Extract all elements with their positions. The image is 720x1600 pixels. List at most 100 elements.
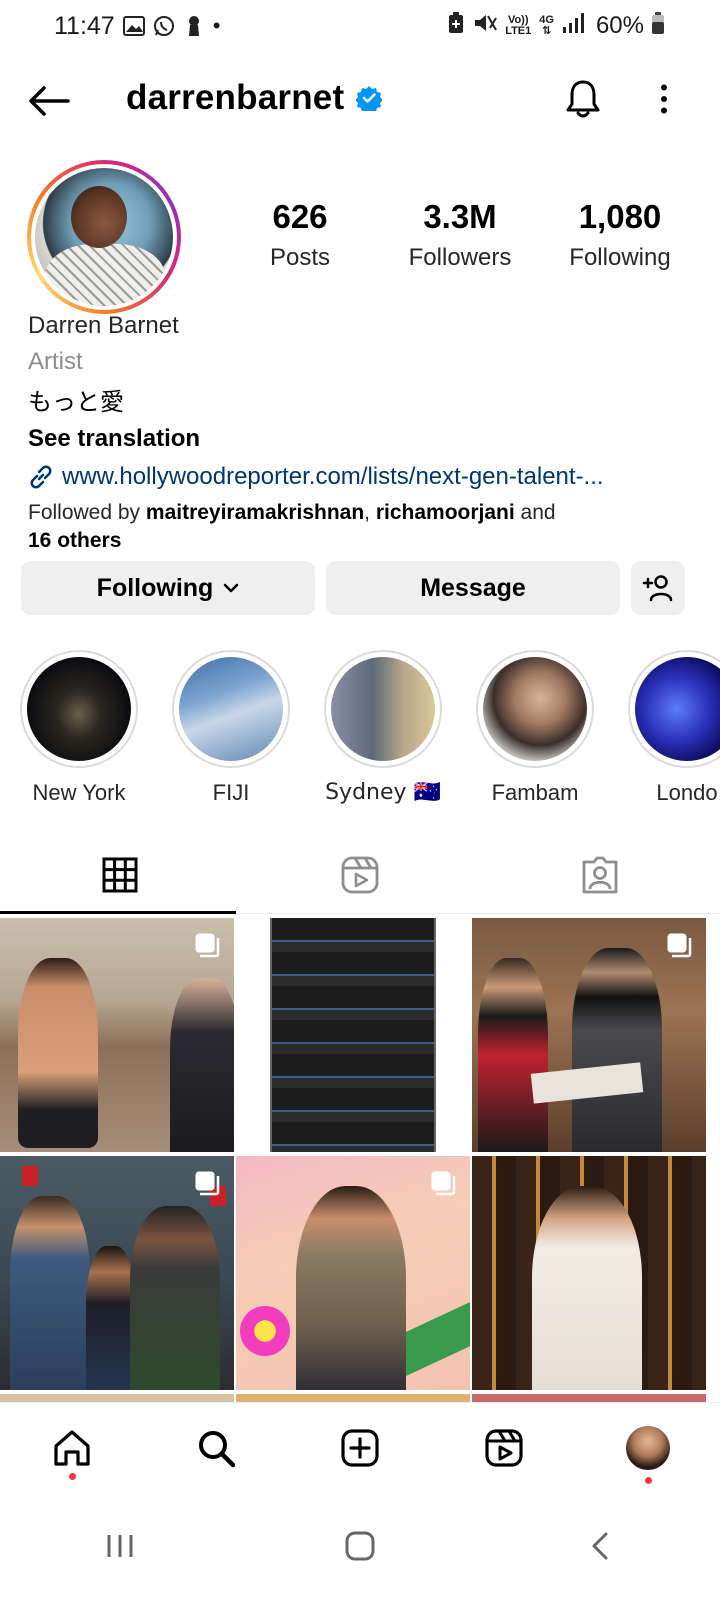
highlight-cover — [635, 657, 720, 761]
system-navigation — [0, 1492, 720, 1600]
battery-percent: 60% — [595, 12, 644, 39]
home-icon — [54, 1429, 90, 1466]
link-icon — [30, 465, 52, 489]
message-button-label: Message — [420, 573, 526, 602]
stat-label: Following — [569, 244, 671, 271]
volte-label: Vo)) LTE1 — [505, 14, 532, 37]
chevron-left-icon — [592, 1532, 608, 1560]
stat-following[interactable]: 1,080 Following — [550, 198, 690, 272]
following-button[interactable]: Following — [21, 561, 315, 615]
plus-square-icon — [341, 1428, 379, 1467]
suggested-users-button[interactable] — [631, 561, 685, 615]
followed-by-user: richamoorjani — [375, 501, 515, 524]
nav-reels[interactable] — [464, 1408, 544, 1488]
post-thumbnail[interactable] — [472, 1156, 706, 1390]
chevron-down-icon — [224, 583, 239, 593]
tab-reels[interactable] — [240, 836, 480, 913]
post-thumbnail[interactable] — [236, 1394, 470, 1402]
post-thumbnail[interactable] — [472, 1394, 706, 1402]
nav-home[interactable] — [32, 1408, 112, 1488]
system-back-button[interactable] — [570, 1516, 630, 1576]
mute-icon — [473, 12, 498, 41]
home-system-button[interactable] — [330, 1516, 390, 1576]
keyhole-icon — [183, 15, 205, 37]
message-button[interactable]: Message — [326, 561, 620, 615]
highlight-label: FIJI — [212, 780, 250, 805]
stat-label: Posts — [269, 244, 331, 271]
highlight-label: Londo — [656, 780, 718, 805]
highlight-sydney[interactable]: Sydney 🇦🇺 — [324, 650, 442, 805]
profile-username: darrenbarnet — [126, 78, 345, 117]
post-thumbnail[interactable] — [0, 1156, 234, 1390]
nav-create-post[interactable] — [320, 1408, 400, 1488]
multiple-posts-icon — [431, 1171, 456, 1196]
stat-followers[interactable]: 3.3M Followers — [390, 198, 530, 272]
nav-profile[interactable] — [608, 1408, 688, 1488]
network-4g-label: 4G ⇅ — [539, 14, 554, 37]
signal-icon — [562, 12, 588, 40]
bio-link[interactable]: www.hollywoodreporter.com/lists/next-gen… — [28, 463, 688, 491]
multiple-posts-icon — [195, 1171, 220, 1196]
stat-value: 1,080 — [578, 198, 662, 235]
highlight-new-york[interactable]: New York — [20, 650, 138, 806]
recent-apps-button[interactable] — [90, 1516, 150, 1576]
bottom-navigation — [0, 1402, 720, 1492]
highlight-label: New York — [32, 780, 126, 805]
search-icon — [199, 1430, 236, 1467]
followed-by[interactable]: Followed by maitreyiramakrishnan, richam… — [28, 499, 698, 555]
profile-actions: Following Message — [21, 561, 701, 615]
profile-stats: 626 Posts 3.3M Followers 1,080 Following — [230, 198, 690, 272]
whatsapp-icon — [153, 15, 175, 37]
see-translation-link[interactable]: See translation — [28, 425, 698, 453]
posts-grid — [0, 918, 720, 1402]
tagged-person-icon — [582, 856, 618, 893]
tab-tagged[interactable] — [480, 836, 720, 913]
more-notifications-dot-icon: • — [212, 13, 221, 38]
recent-apps-icon — [107, 1535, 133, 1557]
highlight-fiji[interactable]: FIJI — [172, 650, 290, 806]
gallery-icon — [122, 15, 145, 37]
multiple-posts-icon — [667, 933, 692, 958]
stat-label: Followers — [408, 244, 512, 271]
highlight-label: Fambam — [491, 780, 579, 805]
post-thumbnail[interactable] — [472, 918, 706, 1152]
notification-dot — [645, 1476, 652, 1484]
add-person-icon — [642, 575, 673, 602]
full-name: Darren Barnet — [28, 312, 179, 339]
grid-icon — [102, 857, 138, 892]
username-row[interactable]: darrenbarnet — [126, 78, 383, 118]
highlight-fambam[interactable]: Fambam — [476, 650, 594, 806]
highlight-cover — [27, 657, 131, 761]
more-vertical-icon — [661, 84, 667, 114]
followed-by-others: 16 others — [28, 529, 122, 552]
status-bar: 11:47 • Vo)) LTE1 4G ⇅ 60% — [0, 0, 720, 52]
reels-icon — [341, 856, 379, 893]
highlight-cover — [483, 657, 587, 761]
status-time: 11:47 — [54, 11, 115, 40]
battery-saver-icon — [447, 11, 465, 41]
verified-badge-icon — [356, 86, 383, 111]
profile-avatar[interactable] — [27, 160, 181, 314]
profile-category: Artist — [28, 348, 83, 375]
tab-posts-grid[interactable] — [0, 836, 240, 914]
following-button-label: Following — [96, 573, 214, 602]
nav-search[interactable] — [176, 1408, 256, 1488]
more-options-button[interactable] — [644, 76, 684, 122]
stat-posts[interactable]: 626 Posts — [230, 198, 370, 272]
highlight-label: Sydney 🇦🇺 — [325, 780, 441, 805]
post-thumbnail[interactable] — [236, 1156, 470, 1390]
back-button[interactable] — [26, 78, 72, 124]
story-highlights: New York FIJI Sydney 🇦🇺 Fambam Londo — [0, 650, 720, 810]
highlight-cover — [331, 657, 435, 761]
bio-link-text: www.hollywoodreporter.com/lists/next-gen… — [62, 463, 604, 490]
notifications-button[interactable] — [560, 76, 606, 122]
post-thumbnail[interactable] — [0, 918, 234, 1152]
stat-value: 3.3M — [423, 198, 497, 235]
arrow-left-icon — [29, 86, 70, 116]
battery-icon — [652, 11, 666, 41]
notification-dot — [69, 1472, 76, 1480]
bell-icon — [566, 80, 600, 118]
post-thumbnail[interactable] — [0, 1394, 234, 1402]
post-thumbnail[interactable] — [236, 918, 470, 1152]
highlight-london[interactable]: Londo — [628, 650, 720, 806]
